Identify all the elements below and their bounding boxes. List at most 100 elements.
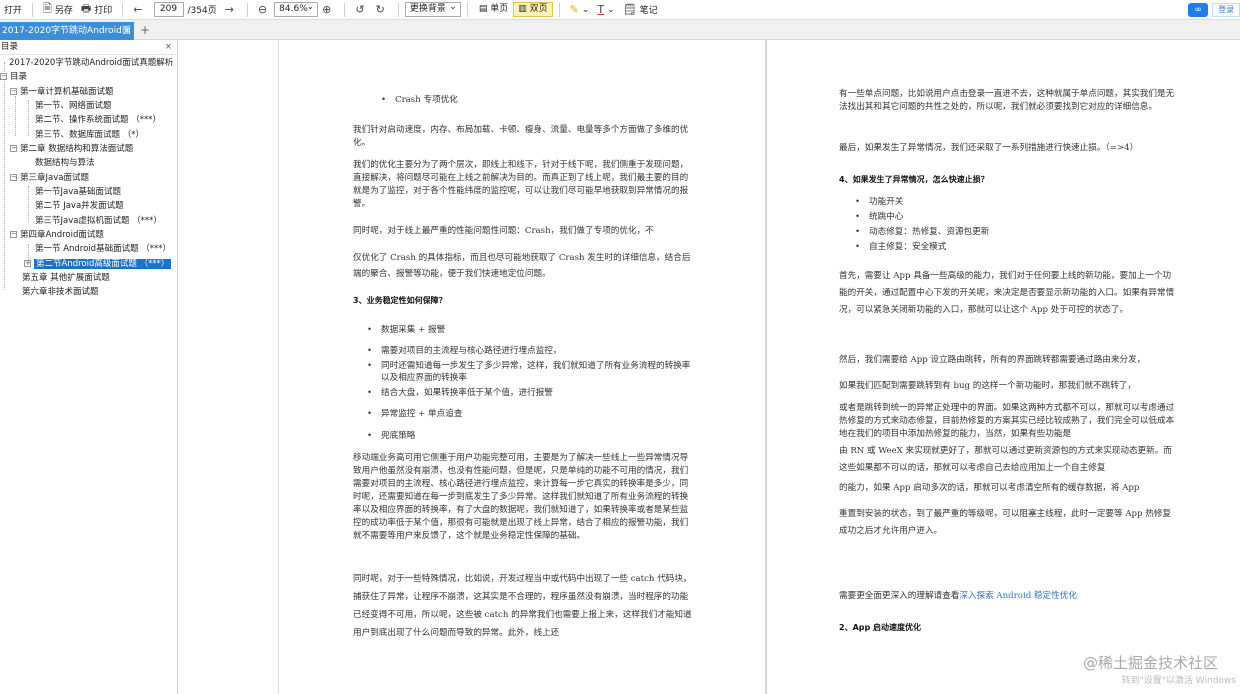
divider <box>344 2 346 17</box>
zoom-out-button[interactable]: ⊖ <box>254 1 274 19</box>
outline-item[interactable]: − 第一章计算机基础面试题 <box>10 86 114 99</box>
paragraph: 同时呢，对于线上最严重的性能问题性问题：Crash，我们做了专项的优化，不 <box>353 226 654 236</box>
expand-icon[interactable]: + <box>24 260 31 267</box>
background-select[interactable]: 更换背景 <box>404 1 461 17</box>
note-icon: 🗒 <box>622 3 637 16</box>
rotate-left-icon: ↺ <box>355 3 365 16</box>
bullet-item: 结合大盘，如果转换率低于某个值，进行报警 <box>367 387 697 399</box>
next-page-button[interactable]: → <box>221 1 241 19</box>
outline-item[interactable]: 第五章 其他扩展面试题 <box>22 272 110 285</box>
outline-item-label: 第二节Android高级面试题 （***） <box>34 259 172 269</box>
bullet-item: 自主修复：安全模式 <box>855 241 1175 253</box>
note-button[interactable]: 🗒 笔记 <box>619 1 662 19</box>
paragraph: 然后，我们需要给 App 设立路由跳转，所有的界面跳转都需要通过路由来分发， <box>839 355 1146 365</box>
saveas-button[interactable]: 🗎 另存 <box>39 1 77 19</box>
print-icon: 🖶 <box>80 2 92 15</box>
outline-item[interactable]: 第三节、数据库面试题 （*） <box>35 129 144 142</box>
collapse-icon[interactable]: − <box>0 73 7 80</box>
divider <box>32 2 34 17</box>
close-icon[interactable]: × <box>165 40 172 55</box>
outline-item-label: 第二节 Java并发面试题 <box>35 201 124 211</box>
highlighter-icon: ✎ <box>569 3 579 16</box>
paragraph: 仅优化了 Crash 的具体指标，而且也尽可能地获取了 Crash 发生时的详细… <box>353 253 691 279</box>
rotate-right-icon: ↻ <box>375 3 385 16</box>
text-color-button[interactable]: T ⌄ <box>593 1 618 19</box>
outline-item-selected[interactable]: + 第二节Android高级面试题 （***） <box>24 258 172 271</box>
section-heading: 3、业务稳定性如何保障？ <box>353 296 447 305</box>
saveas-label: 另存 <box>54 6 73 16</box>
chevron-down-icon: ⌄ <box>581 4 590 15</box>
page-total: /354页 <box>187 6 217 16</box>
outline-item[interactable]: 第一节 Android基础面试题 （***） <box>35 243 171 256</box>
outline-item[interactable]: 第二节、操作系统面试题 （***） <box>35 114 161 127</box>
text-icon: T <box>597 3 605 16</box>
paragraph: 有一些单点问题，比如说用户点击登录一直进不去，这种就属于单点问题，其实我们是无法… <box>839 89 1175 112</box>
save-icon: 🗎 <box>43 2 52 15</box>
paragraph: 如果我们匹配到需要跳转到有 bug 的这样一个新功能时，那我们就不跳转了， <box>839 381 1137 391</box>
zoom-select[interactable]: 84.6% <box>274 1 319 17</box>
open-label: 打开 <box>4 6 23 16</box>
section-heading: 4、如果发生了异常情况，怎么快速止损？ <box>839 175 989 184</box>
outline-item[interactable]: 第一节Java基础面试题 <box>35 186 121 199</box>
new-tab-button[interactable]: + <box>140 22 150 38</box>
outline-item[interactable]: 第三节Java虚拟机面试题 （***） <box>35 215 162 228</box>
document-page-left: Crash 专项优化 我们针对启动速度，内存、布局加载、卡顿、瘦身、流量、电量等… <box>278 40 766 694</box>
highlight-button[interactable]: ✎ ⌄ <box>566 1 594 19</box>
paragraph: 的能力，如果 App 启动多次的话，那就可以考虑清空所有的缓存数据，将 App <box>839 483 1140 493</box>
paragraph: 同时呢，对于一些特殊情况，比如说，开发过程当中或代码中出现了一些 catch 代… <box>353 574 692 638</box>
outline-item[interactable]: 第二节 Java并发面试题 <box>35 200 124 213</box>
open-button[interactable]: 打开 <box>0 1 26 19</box>
outline-item[interactable]: 第一节、网络面试题 <box>35 100 112 113</box>
print-button[interactable]: 🖶 打印 <box>77 1 116 19</box>
article-link[interactable]: 深入探索 Android 稳定性优化 <box>959 591 1077 601</box>
outline-header: 目录 × <box>0 40 177 55</box>
rotate-left-button[interactable]: ↺ <box>351 1 371 19</box>
tab-bar: 2017-2020字节跳动Android面 × + <box>0 20 1240 40</box>
document-tab[interactable]: 2017-2020字节跳动Android面 × <box>0 22 134 40</box>
bullet-item: 数据采集 + 报警 <box>367 324 697 336</box>
paragraph: 我们的优化主要分为了两个层次，即线上和线下，针对于线下呢，我们侧重于发现问题，直… <box>353 160 689 209</box>
bullet-item: 统跳中心 <box>855 211 1175 223</box>
watermark: @稀土掘金技术社区 <box>1082 654 1218 672</box>
outline-item-label: 第五章 其他扩展面试题 <box>22 273 110 283</box>
outline-item[interactable]: − 目录 <box>0 71 27 84</box>
close-icon[interactable]: × <box>123 22 131 40</box>
tree-line <box>15 96 16 136</box>
login-button[interactable]: 登录 <box>1212 3 1240 17</box>
paragraph: 我们针对启动速度，内存、布局加载、卡顿、瘦身、流量、电量等多个方面做了多维的优化… <box>353 125 689 148</box>
single-page-button[interactable]: ▤ 单页 <box>474 2 513 17</box>
zoom-in-icon: ⊕ <box>322 3 332 16</box>
outline-item[interactable]: 2017-2020字节跳动Android面试真题解析 <box>9 57 173 70</box>
zoom-in-button[interactable]: ⊕ <box>318 1 338 19</box>
page-number-input[interactable]: 209 <box>153 2 184 17</box>
outline-item[interactable]: − 第四章Android面试题 <box>10 229 104 242</box>
bullet-item: 动态修复：热修复、资源包更新 <box>855 226 1175 238</box>
outline-item-label: 2017-2020字节跳动Android面试真题解析 <box>9 58 174 68</box>
collapse-icon[interactable]: − <box>10 231 17 238</box>
outline-item[interactable]: 第六章非技术面试题 <box>22 286 99 299</box>
paragraph: 移动端业务高可用它侧重于用户功能完整可用，主要是为了解决一些线上一些异常情况导致… <box>353 453 689 541</box>
tab-title: 2017-2020字节跳动Android面 <box>2 26 131 36</box>
paragraph: 需要更全面更深入的理解请查看深入探索 Android 稳定性优化 <box>839 590 1177 603</box>
paragraph: 由 RN 或 WeeX 来实现就更好了，那就可以通过更新资源包的方式来实现动态更… <box>839 446 1172 473</box>
paragraph: 首先，需要让 App 具备一些高级的能力，我们对于任何要上线的新功能，要加上一个… <box>839 271 1175 315</box>
rotate-right-button[interactable]: ↻ <box>372 1 392 19</box>
tree-line <box>28 100 29 136</box>
outline-item[interactable]: − 第二章 数据结构和算法面试题 <box>10 143 133 156</box>
note-label: 笔记 <box>639 6 658 16</box>
collapse-icon[interactable]: − <box>10 174 17 181</box>
divider <box>397 2 399 17</box>
app-logo: ∞ <box>1188 3 1209 17</box>
double-page-button[interactable]: ▥ 双页 <box>513 2 553 17</box>
outline-item-label: 第四章Android面试题 <box>20 230 104 240</box>
prev-page-button[interactable]: ← <box>129 1 149 19</box>
collapse-icon[interactable]: − <box>10 88 17 95</box>
document-viewer[interactable]: Crash 专项优化 我们针对启动速度，内存、布局加载、卡顿、瘦身、流量、电量等… <box>178 40 1240 694</box>
outline-item[interactable]: 数据结构与算法 <box>35 157 95 170</box>
divider <box>246 2 248 17</box>
chevron-down-icon: ⌄ <box>607 4 615 15</box>
collapse-icon[interactable]: − <box>10 145 17 152</box>
outline-item[interactable]: − 第三章Java面试题 <box>10 172 89 185</box>
divider <box>122 2 124 17</box>
bullet-item: Crash 专项优化 <box>381 94 711 106</box>
